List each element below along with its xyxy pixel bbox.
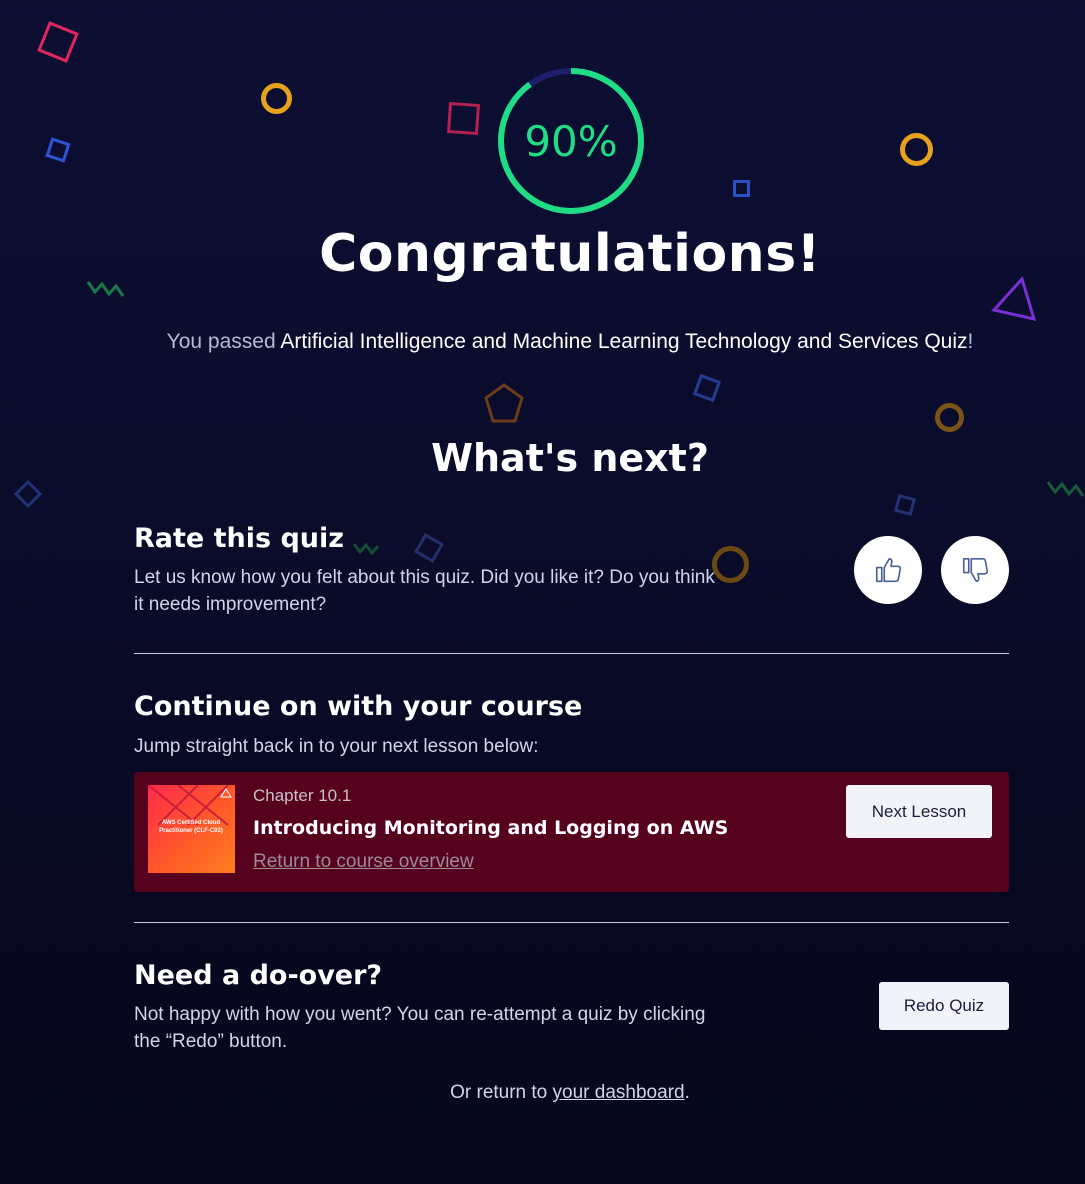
score-percentage: 90% [524, 116, 618, 166]
section-divider [134, 653, 1009, 654]
decorative-square [446, 101, 481, 136]
decorative-zigzag [352, 542, 380, 556]
next-lesson-card: AWS Certified Cloud Practitioner (CLF-C0… [134, 772, 1009, 892]
result-prefix: You passed [166, 330, 276, 353]
lesson-title: Introducing Monitoring and Logging on AW… [253, 817, 729, 839]
lesson-chapter: Chapter 10.1 [253, 786, 352, 805]
footer-prefix: Or return to [450, 1082, 548, 1103]
redo-quiz-button[interactable]: Redo Quiz [879, 982, 1009, 1030]
thumbnail-caption: AWS Certified Cloud Practitioner (CLF-C0… [159, 820, 223, 834]
footer-suffix: . [684, 1082, 690, 1103]
redo-description: Not happy with how you went? You can re-… [134, 1004, 706, 1052]
page-title: Congratulations! [319, 224, 821, 284]
continue-heading: Continue on with your course [134, 691, 583, 722]
thumbs-down-button[interactable] [941, 536, 1009, 604]
rate-description: Let us know how you felt about this quiz… [134, 567, 715, 615]
dashboard-link[interactable]: your dashboard [553, 1082, 685, 1103]
whats-next-heading: What's next? [431, 436, 709, 480]
score-ring: 90% [496, 66, 646, 216]
decorative-square [413, 532, 445, 564]
decorative-ring [261, 83, 292, 114]
decorative-square [37, 21, 79, 63]
decorative-square [733, 180, 750, 197]
result-suffix: ! [967, 330, 974, 353]
thumbs-up-icon [875, 557, 902, 583]
decorative-pentagon [484, 383, 524, 423]
quiz-name: Artificial Intelligence and Machine Lear… [280, 330, 968, 353]
thumbs-down-icon [962, 557, 989, 583]
next-lesson-button[interactable]: Next Lesson [846, 785, 992, 838]
course-overview-link[interactable]: Return to course overview [253, 851, 474, 873]
quiz-result-message: You passed Artificial Intelligence and M… [0, 330, 1085, 354]
rate-heading: Rate this quiz [134, 523, 345, 554]
decorative-square [45, 137, 71, 163]
redo-heading: Need a do-over? [134, 960, 383, 991]
decorative-ring [935, 403, 964, 432]
course-thumbnail: AWS Certified Cloud Practitioner (CLF-C0… [148, 785, 235, 873]
footer-message: Or return to your dashboard. [0, 1082, 1085, 1104]
continue-description: Jump straight back in to your next lesso… [134, 736, 539, 757]
decorative-square [692, 373, 722, 403]
section-divider [134, 922, 1009, 923]
decorative-square [13, 479, 43, 509]
decorative-ring [900, 133, 933, 166]
thumbs-up-button[interactable] [854, 536, 922, 604]
decorative-square [893, 493, 917, 517]
